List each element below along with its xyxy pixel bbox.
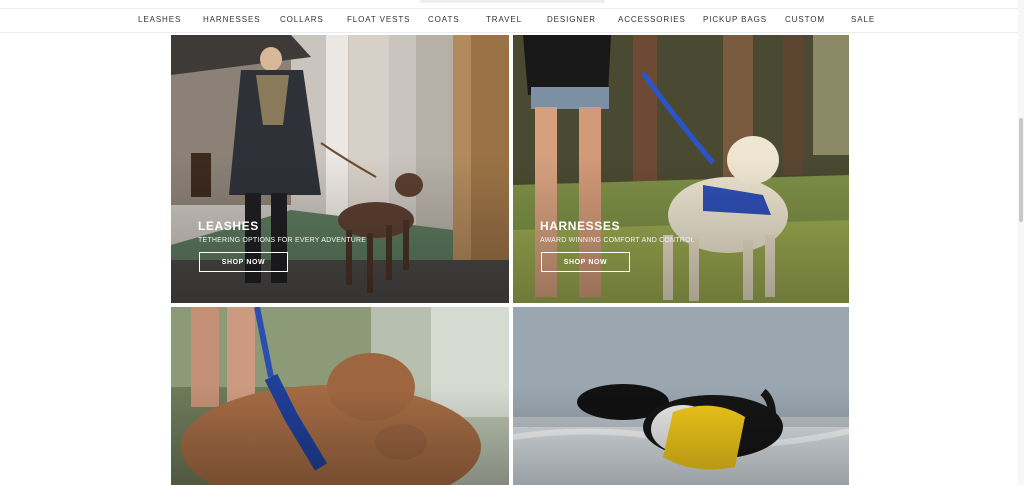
tile-title: HARNESSES bbox=[540, 219, 621, 233]
harnesses-category-tile[interactable]: HARNESSES AWARD WINNING COMFORT AND CONT… bbox=[513, 35, 849, 303]
nav-item-collars[interactable]: COLLARS bbox=[280, 15, 324, 24]
tile-subtitle: AWARD WINNING COMFORT AND CONTROL bbox=[540, 237, 695, 244]
shop-now-button[interactable]: SHOP NOW bbox=[199, 252, 288, 272]
collars-category-tile[interactable] bbox=[171, 307, 509, 485]
top-bar-tab-hint bbox=[420, 0, 605, 3]
float-vests-category-tile[interactable] bbox=[513, 307, 849, 485]
photo-overlay bbox=[171, 307, 509, 485]
photo-overlay bbox=[513, 307, 849, 485]
nav-item-accessories[interactable]: ACCESSORIES bbox=[618, 15, 686, 24]
nav-item-travel[interactable]: TRAVEL bbox=[486, 15, 522, 24]
shop-now-button[interactable]: SHOP NOW bbox=[541, 252, 630, 272]
nav-item-designer[interactable]: DESIGNER bbox=[547, 15, 596, 24]
nav-item-leashes[interactable]: LEASHES bbox=[138, 15, 181, 24]
tile-title: LEASHES bbox=[198, 219, 259, 233]
leashes-category-tile[interactable]: LEASHES TETHERING OPTIONS FOR EVERY ADVE… bbox=[171, 35, 509, 303]
top-bar bbox=[0, 0, 1024, 8]
main-navigation: LEASHES HARNESSES COLLARS FLOAT VESTS CO… bbox=[0, 8, 1024, 33]
nav-item-sale[interactable]: SALE bbox=[851, 15, 875, 24]
nav-item-harnesses[interactable]: HARNESSES bbox=[203, 15, 260, 24]
nav-item-coats[interactable]: COATS bbox=[428, 15, 459, 24]
tile-subtitle: TETHERING OPTIONS FOR EVERY ADVENTURE bbox=[198, 237, 367, 244]
scrollbar-thumb[interactable] bbox=[1019, 118, 1023, 222]
nav-item-pickup-bags[interactable]: PICKUP BAGS bbox=[703, 15, 767, 24]
scrollbar-track[interactable] bbox=[1018, 0, 1024, 485]
nav-item-custom[interactable]: CUSTOM bbox=[785, 15, 825, 24]
nav-item-float-vests[interactable]: FLOAT VESTS bbox=[347, 15, 410, 24]
